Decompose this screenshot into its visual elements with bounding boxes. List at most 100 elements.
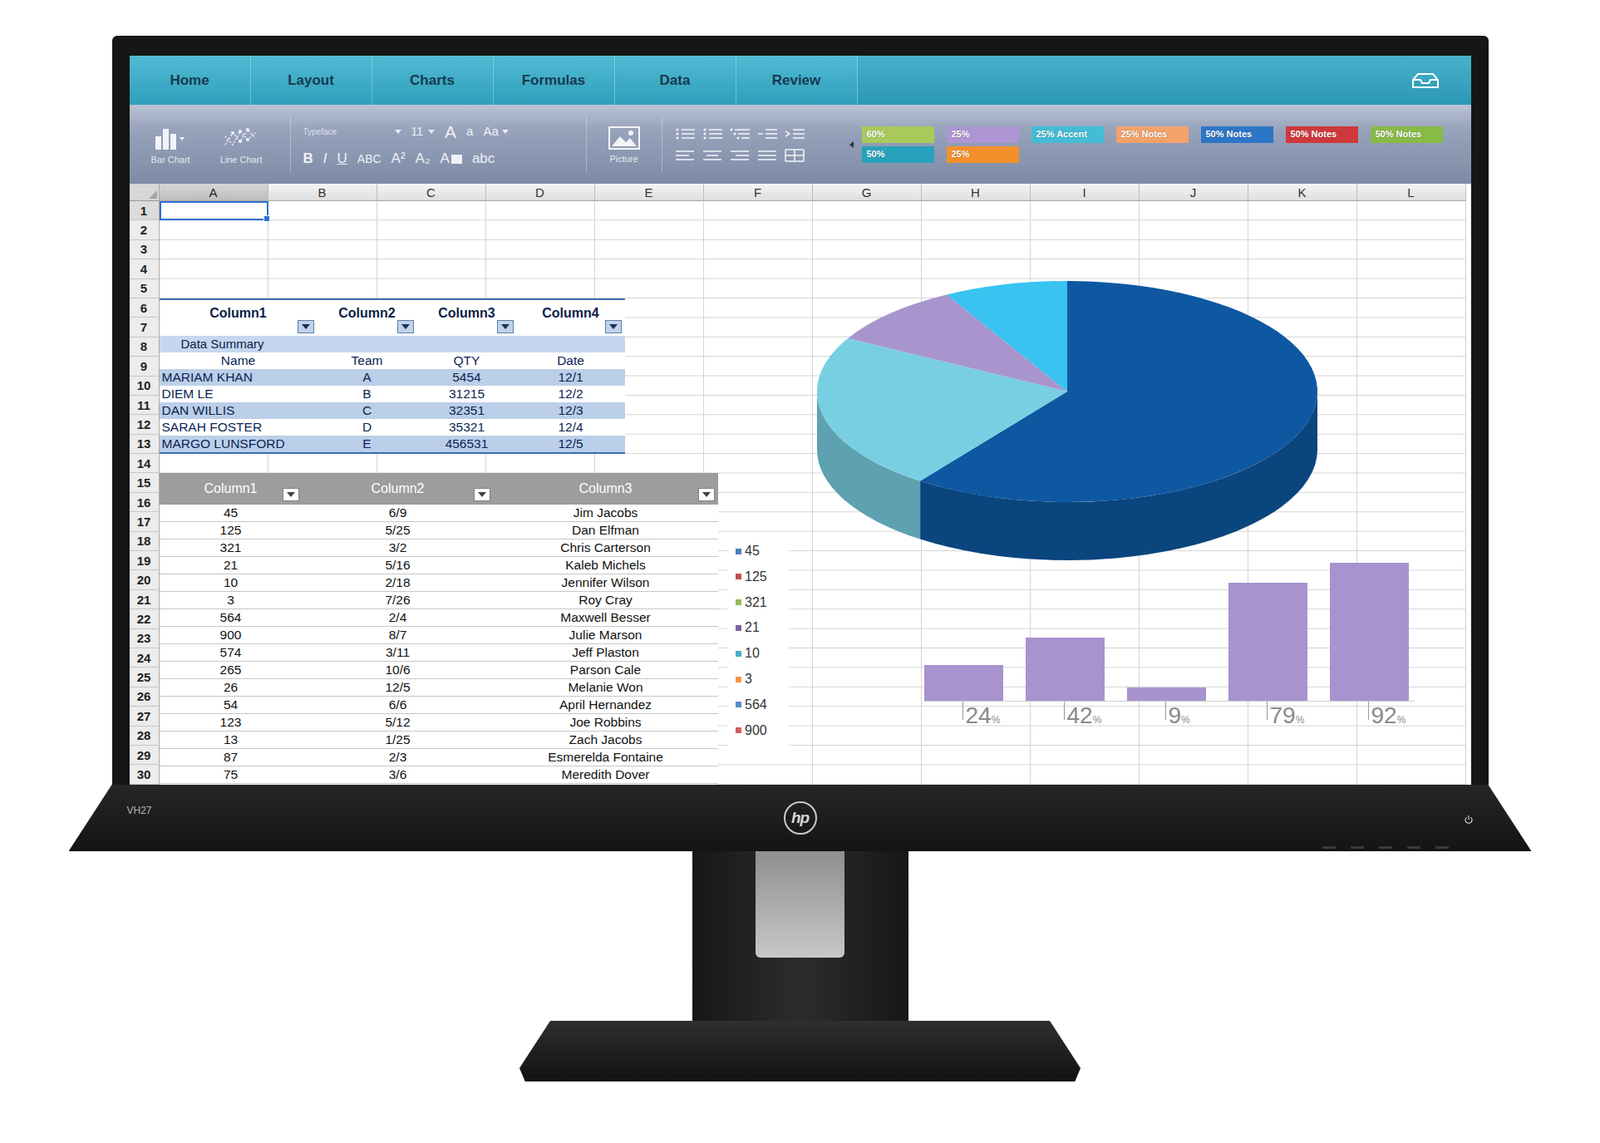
list-cell[interactable]: 12/5 xyxy=(302,679,494,695)
column-header[interactable]: D xyxy=(486,183,596,202)
row-header[interactable]: 11 xyxy=(129,395,160,415)
list-cell[interactable]: 1/25 xyxy=(302,732,494,748)
list-cell[interactable]: Kaleb Michels xyxy=(493,557,719,573)
list-cell[interactable]: Parson Cale xyxy=(493,662,719,678)
list-cell[interactable]: Meredith Dover xyxy=(493,767,719,783)
list-cell[interactable]: 87 xyxy=(159,749,303,765)
row-header[interactable]: 8 xyxy=(129,337,160,357)
list-cell[interactable]: 7/26 xyxy=(302,592,494,608)
list-cell[interactable]: 10/6 xyxy=(302,662,494,678)
paragraph-format-icon[interactable] xyxy=(757,127,778,141)
list-cell[interactable]: Jim Jacobs xyxy=(493,505,719,521)
row-header[interactable]: 4 xyxy=(129,259,160,279)
row-header[interactable]: 5 xyxy=(129,279,160,299)
list-cell[interactable]: 54 xyxy=(159,697,303,713)
list-cell[interactable]: Jennifer Wilson xyxy=(493,575,719,591)
summary-cell[interactable]: 12/1 xyxy=(516,369,626,385)
scroll-left-icon[interactable] xyxy=(849,141,854,148)
summary-cell[interactable]: D xyxy=(317,419,418,435)
summary-cell[interactable]: 12/3 xyxy=(516,403,626,419)
list-cell[interactable]: 26 xyxy=(159,679,303,695)
column-header[interactable]: C xyxy=(377,183,487,202)
paragraph-format-icon[interactable] xyxy=(702,127,724,141)
inbox-tray-icon[interactable] xyxy=(1411,71,1440,90)
list-cell[interactable]: April Hernandez xyxy=(493,697,719,713)
filter-dropdown[interactable] xyxy=(397,320,414,334)
format-button[interactable]: A₂ xyxy=(415,150,431,168)
column-header[interactable]: G xyxy=(812,183,922,202)
list-cell[interactable]: Maxwell Besser xyxy=(493,610,719,626)
list-cell[interactable]: Jeff Plaston xyxy=(493,644,719,660)
list-cell[interactable]: Zach Jacobs xyxy=(493,732,719,748)
row-header[interactable]: 10 xyxy=(129,376,160,396)
list-cell[interactable]: 6/9 xyxy=(302,505,494,521)
bar[interactable] xyxy=(1025,637,1105,701)
summary-cell[interactable]: MARIAM KHAN xyxy=(159,369,318,385)
list-cell[interactable]: Dan Elfman xyxy=(493,522,719,538)
list-cell[interactable]: 574 xyxy=(159,644,303,660)
list-cell[interactable]: Melanie Won xyxy=(493,679,719,695)
filter-dropdown[interactable] xyxy=(473,487,491,502)
summary-cell[interactable]: 31215 xyxy=(417,386,517,402)
summary-cell[interactable]: C xyxy=(317,403,418,419)
list-cell[interactable]: Roy Cray xyxy=(493,592,719,608)
list-cell[interactable]: 75 xyxy=(159,767,303,783)
column-header[interactable]: J xyxy=(1139,183,1249,202)
filter-dropdown[interactable] xyxy=(698,487,715,502)
row-header[interactable]: 1 xyxy=(129,201,160,221)
row-header[interactable]: 15 xyxy=(129,472,160,493)
row-header[interactable]: 24 xyxy=(129,648,160,668)
summary-cell[interactable]: DIEM LE xyxy=(159,386,318,402)
shrink-font-button[interactable]: a xyxy=(466,123,473,139)
bar[interactable] xyxy=(1329,562,1409,701)
list-cell[interactable]: Chris Carterson xyxy=(493,540,719,556)
select-all-corner[interactable] xyxy=(129,183,160,202)
summary-cell[interactable]: B xyxy=(317,386,418,402)
ribbon-tab[interactable]: Data xyxy=(615,55,737,105)
column-header[interactable]: A xyxy=(159,183,269,202)
style-swatch[interactable]: 25% Accent xyxy=(1031,126,1104,143)
change-case-button[interactable]: Aa xyxy=(482,123,508,139)
list-cell[interactable]: 3/6 xyxy=(302,767,494,783)
row-header[interactable]: 25 xyxy=(129,667,160,687)
row-header[interactable]: 23 xyxy=(129,629,160,649)
filter-dropdown[interactable] xyxy=(297,320,315,334)
format-button[interactable]: A² xyxy=(391,150,406,168)
hardware-button[interactable] xyxy=(1435,846,1449,849)
summary-cell[interactable]: SARAH FOSTER xyxy=(159,419,318,435)
row-header[interactable]: 17 xyxy=(129,512,160,532)
fill-handle[interactable] xyxy=(263,215,271,222)
column-header[interactable]: L xyxy=(1357,183,1467,202)
ribbon-tab[interactable]: Home xyxy=(129,55,252,105)
style-swatch[interactable]: 25% xyxy=(946,146,1020,163)
column-header[interactable]: B xyxy=(268,183,378,202)
paragraph-format-icon[interactable] xyxy=(784,148,806,163)
style-swatch[interactable]: 50% Notes xyxy=(1370,126,1443,143)
paragraph-format-icon[interactable] xyxy=(729,127,751,141)
summary-cell[interactable]: E xyxy=(317,436,418,452)
row-header[interactable]: 22 xyxy=(129,609,160,629)
list-cell[interactable]: 3/2 xyxy=(302,540,494,556)
list-cell[interactable]: 123 xyxy=(159,714,303,730)
row-header[interactable]: 20 xyxy=(129,570,160,590)
style-swatch[interactable]: 50% xyxy=(861,146,935,163)
format-button[interactable]: U xyxy=(337,150,348,168)
summary-cell[interactable]: 12/4 xyxy=(516,419,626,435)
filter-dropdown[interactable] xyxy=(605,320,622,334)
list-cell[interactable]: 3/11 xyxy=(302,644,494,660)
list-cell[interactable]: 900 xyxy=(159,627,303,643)
list-cell[interactable]: 3 xyxy=(159,592,303,608)
paragraph-format-icon[interactable] xyxy=(784,127,806,141)
list-cell[interactable]: 125 xyxy=(159,522,303,538)
summary-cell[interactable]: 32351 xyxy=(417,403,517,419)
row-header[interactable]: 12 xyxy=(129,414,160,434)
list-cell[interactable]: Joe Robbins xyxy=(493,714,719,730)
row-header[interactable]: 9 xyxy=(129,356,160,376)
row-header[interactable]: 6 xyxy=(129,298,160,318)
row-header[interactable]: 19 xyxy=(129,551,160,571)
style-swatch[interactable]: 25% Notes xyxy=(1116,126,1189,143)
list-cell[interactable]: Julie Marson xyxy=(493,627,719,643)
list-cell[interactable]: 13 xyxy=(159,732,303,748)
paragraph-format-icon[interactable] xyxy=(757,148,778,163)
row-header[interactable]: 16 xyxy=(129,492,160,512)
